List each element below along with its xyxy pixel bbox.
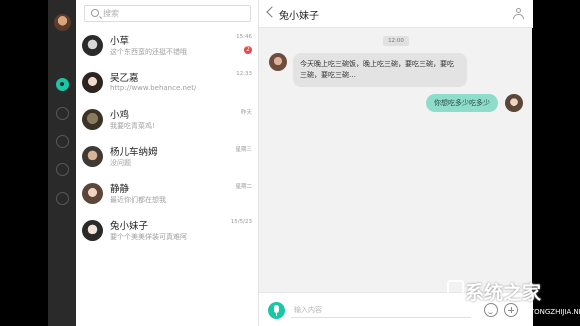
watermark-url: XITONGZHIJIA.NET	[523, 308, 580, 316]
incoming-message: 今天晚上吃三碗饭，晚上吃三碗，要吃三碗，要吃三碗，要吃三碗…	[293, 53, 467, 87]
chat-name: 静静	[110, 184, 130, 195]
chat-row[interactable]: 杨儿车纳姆 没问题 星期三	[76, 141, 258, 178]
chat-preview: 最近你们都在想我	[110, 196, 166, 204]
my-avatar[interactable]	[54, 14, 71, 31]
chat-preview: http://www.behance.net/	[110, 84, 197, 92]
profile-icon[interactable]	[513, 8, 524, 19]
chat-preview: 要个个美美佯装可真难阿	[110, 233, 187, 241]
my-message-avatar[interactable]	[505, 94, 523, 112]
chat-row[interactable]: 吴乙嘉 http://www.behance.net/ 12:33	[76, 67, 258, 104]
conversation-title: 兔小妹子	[279, 11, 319, 22]
chat-preview: 我要吃青菜鸡!	[110, 122, 155, 130]
chat-preview: 没问题	[110, 159, 131, 167]
chat-row[interactable]: 小草 这个东西蛮的还挺不错哦 15:46 2	[76, 30, 258, 67]
chat-name: 小草	[110, 36, 130, 47]
watermark-logo-icon	[447, 280, 464, 297]
chat-row[interactable]: 静静 最近你们都在想我 星期二	[76, 178, 258, 215]
settings-icon[interactable]	[56, 192, 69, 205]
chat-preview: 这个东西蛮的还挺不错哦	[110, 48, 187, 56]
chat-name: 吴乙嘉	[110, 73, 139, 84]
chat-name: 小鸡	[110, 110, 130, 121]
watermark-text: 系统之家	[465, 282, 542, 304]
chat-time: 12:33	[236, 71, 252, 77]
search-placeholder: 搜索	[103, 9, 119, 18]
chat-name: 兔小妹子	[110, 221, 149, 232]
avatar	[82, 109, 103, 130]
chat-time: 星期二	[235, 184, 252, 190]
avatar	[82, 35, 103, 56]
chat-row[interactable]: 小鸡 我要吃青菜鸡! 昨天	[76, 104, 258, 141]
avatar	[82, 183, 103, 204]
contacts-icon[interactable]	[56, 135, 69, 148]
search-input[interactable]: 搜索	[84, 5, 251, 22]
time-stamp: 12:00	[383, 36, 409, 46]
message-input[interactable]: 输入内容	[291, 303, 471, 318]
chat-list: 搜索 小草 这个东西蛮的还挺不错哦 15:46 2 吴乙嘉 http://www…	[76, 0, 258, 326]
history-icon[interactable]	[56, 163, 69, 176]
chat-time: 15:46	[236, 34, 252, 40]
chat-name: 杨儿车纳姆	[110, 147, 158, 158]
unread-badge: 2	[244, 46, 252, 54]
watermark: 系统之家 XITONGZHIJIA.NET	[445, 270, 580, 326]
avatar	[82, 220, 103, 241]
chat-time: 星期三	[235, 147, 252, 153]
chat-time: 昨天	[240, 110, 252, 116]
chat-time: 15/5/23	[230, 219, 252, 225]
microphone-icon[interactable]	[268, 302, 285, 319]
search-icon	[91, 9, 99, 17]
avatar	[82, 146, 103, 167]
chat-icon[interactable]	[56, 78, 69, 91]
outgoing-message: 你想吃多少吃多少	[426, 94, 498, 112]
sender-avatar[interactable]	[269, 53, 287, 71]
app-window: 搜索 小草 这个东西蛮的还挺不错哦 15:46 2 吴乙嘉 http://www…	[0, 0, 580, 326]
nav-rail	[48, 0, 76, 326]
chat-row[interactable]: 兔小妹子 要个个美美佯装可真难阿 15/5/23	[76, 215, 258, 252]
compass-icon[interactable]	[56, 107, 69, 120]
avatar	[82, 72, 103, 93]
conversation-header: 兔小妹子	[259, 0, 533, 28]
back-icon[interactable]	[266, 6, 278, 18]
